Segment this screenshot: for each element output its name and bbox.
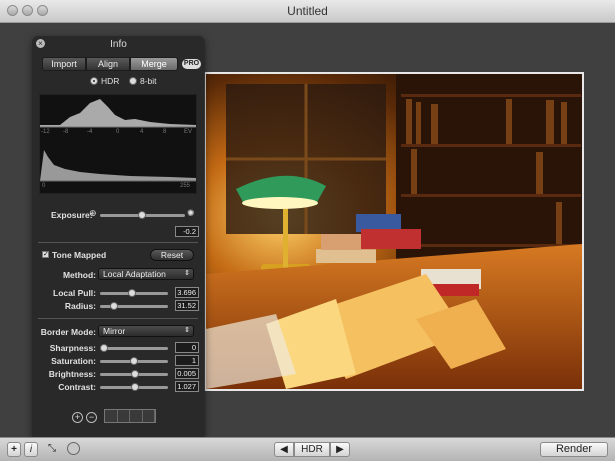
divider (38, 242, 198, 243)
add-button[interactable]: + (7, 442, 21, 457)
bright-exposure-icon: ✺ (187, 208, 195, 218)
render-button[interactable]: Render (540, 442, 608, 457)
local-pull-label: Local Pull: (53, 288, 96, 298)
preset-slot[interactable] (143, 410, 155, 422)
method-popup[interactable]: Local Adaptation ⇕ (98, 268, 194, 280)
pro-badge: PRO (182, 59, 201, 69)
title-bar: Untitled (0, 0, 615, 23)
tone-mapped-checkbox[interactable]: ✓ (42, 251, 49, 258)
dark-exposure-icon: ⊕ (89, 208, 97, 218)
info-button[interactable]: i (24, 442, 38, 457)
preset-slot[interactable] (105, 410, 118, 422)
brightness-value-field[interactable]: 0.005 (175, 368, 199, 379)
border-mode-value: Mirror (103, 326, 126, 336)
tab-align[interactable]: Align (86, 57, 130, 71)
saturation-value-field[interactable]: 1 (175, 355, 199, 366)
local-pull-value-field[interactable]: 3.696 (175, 287, 199, 298)
plus-icon[interactable]: + (72, 412, 83, 423)
hdr-radio-label: HDR (101, 76, 120, 86)
histogram-tick: 0 (116, 129, 120, 135)
exposure-slider-knob[interactable] (138, 211, 146, 219)
tab-import[interactable]: Import (42, 57, 86, 71)
radius-slider-knob[interactable] (110, 302, 118, 310)
histogram-graph (40, 99, 196, 182)
panel-title: Info (110, 39, 127, 50)
histogram-tick: -8 (63, 129, 69, 135)
contrast-slider-knob[interactable] (131, 383, 139, 391)
info-panel: × Info Import Align Merge PRO HDR 8-bit … (32, 36, 205, 440)
contrast-label: Contrast: (58, 382, 96, 392)
popup-arrows-icon: ⇕ (184, 270, 190, 277)
minus-icon[interactable]: − (86, 412, 97, 423)
reset-button[interactable]: Reset (150, 249, 194, 261)
sharpness-slider-knob[interactable] (100, 344, 108, 352)
brightness-label: Brightness: (48, 369, 96, 379)
saturation-label: Saturation: (51, 356, 96, 366)
saturation-slider-knob[interactable] (130, 357, 138, 365)
histogram-tick: 0 (42, 183, 46, 189)
progress-circle-icon (67, 442, 80, 455)
preset-slot[interactable] (118, 410, 130, 422)
preset-slot[interactable] (130, 410, 143, 422)
photo-scene (206, 74, 582, 389)
hdr-radio[interactable] (90, 77, 98, 85)
radius-label: Radius: (64, 301, 96, 311)
border-mode-label: Border Mode: (40, 327, 96, 337)
8bit-radio[interactable] (129, 77, 137, 85)
sharpness-value-field[interactable]: 0 (175, 342, 199, 353)
preset-strip[interactable] (104, 409, 156, 423)
histogram-tick: -4 (87, 129, 93, 135)
tone-mapped-label: Tone Mapped (52, 250, 107, 260)
histogram-tick: -12 (41, 129, 50, 135)
histogram-tick: 255 (180, 183, 191, 189)
histogram-tick: 8 (163, 129, 167, 135)
tab-merge[interactable]: Merge (130, 57, 178, 71)
hdr-preview-image[interactable] (204, 72, 584, 391)
brightness-slider-knob[interactable] (131, 370, 139, 378)
radius-value-field[interactable]: 31.52 (175, 300, 199, 311)
8bit-radio-label: 8-bit (140, 76, 157, 86)
method-value: Local Adaptation (103, 269, 166, 279)
sharpness-label: Sharpness: (49, 343, 96, 353)
sharpness-slider[interactable] (100, 347, 168, 350)
border-mode-popup[interactable]: Mirror ⇕ (98, 325, 194, 337)
bottom-toolbar: + i ⤡ ◀ HDR ▶ Render (0, 437, 615, 461)
previous-button[interactable]: ◀ (274, 442, 294, 457)
divider (38, 318, 198, 319)
histogram-tick: 4 (140, 129, 144, 135)
method-label: Method: (62, 270, 96, 280)
next-button[interactable]: ▶ (330, 442, 350, 457)
expand-arrows-icon[interactable]: ⤡ (42, 442, 62, 457)
contrast-value-field[interactable]: 1.027 (175, 381, 199, 392)
popup-arrows-icon: ⇕ (184, 327, 190, 334)
exposure-value-field[interactable]: -0.2 (175, 226, 199, 237)
local-pull-slider-knob[interactable] (128, 289, 136, 297)
histogram-tick: EV (184, 129, 193, 135)
view-mode-label: HDR (294, 442, 330, 457)
histogram: -12 -8 -4 0 4 8 EV 0 255 (39, 94, 197, 194)
exposure-label: Exposure: (51, 210, 93, 220)
window-title: Untitled (287, 4, 328, 18)
